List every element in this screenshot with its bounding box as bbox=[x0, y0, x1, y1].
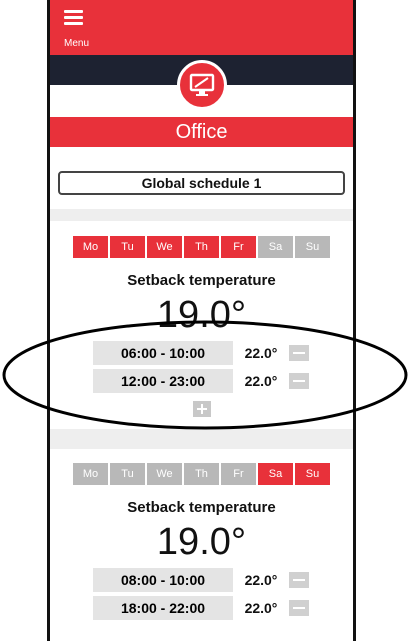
slot-time[interactable]: 06:00 - 10:00 bbox=[93, 341, 233, 365]
time-slot: 12:00 - 23:00 22.0° bbox=[50, 369, 353, 393]
time-slot: 08:00 - 10:00 22.0° bbox=[50, 568, 353, 592]
day-selector: Mo Tu We Th Fr Sa Su bbox=[50, 236, 353, 258]
remove-slot-button[interactable] bbox=[289, 600, 309, 616]
day-su[interactable]: Su bbox=[295, 236, 330, 258]
add-slot-button[interactable] bbox=[192, 401, 211, 417]
remove-slot-button[interactable] bbox=[289, 345, 309, 361]
day-sa[interactable]: Sa bbox=[258, 463, 293, 485]
day-we[interactable]: We bbox=[147, 463, 182, 485]
remove-slot-button[interactable] bbox=[289, 373, 309, 389]
day-fr[interactable]: Fr bbox=[221, 463, 256, 485]
menu-label: Menu bbox=[64, 38, 90, 49]
slot-temperature[interactable]: 22.0° bbox=[233, 373, 289, 389]
setback-temperature[interactable]: 19.0° bbox=[50, 520, 353, 564]
setback-temperature[interactable]: 19.0° bbox=[50, 293, 353, 337]
top-bar: Menu bbox=[50, 0, 353, 55]
display-icon bbox=[176, 60, 227, 110]
day-fr[interactable]: Fr bbox=[221, 236, 256, 258]
slot-temperature[interactable]: 22.0° bbox=[233, 600, 289, 616]
day-tu[interactable]: Tu bbox=[110, 236, 145, 258]
day-selector: Mo Tu We Th Fr Sa Su bbox=[50, 463, 353, 485]
day-su[interactable]: Su bbox=[295, 463, 330, 485]
slot-time[interactable]: 18:00 - 22:00 bbox=[93, 596, 233, 620]
slot-temperature[interactable]: 22.0° bbox=[233, 345, 289, 361]
day-mo[interactable]: Mo bbox=[73, 236, 108, 258]
schedule-select[interactable]: Global schedule 1 bbox=[58, 171, 345, 195]
day-tu[interactable]: Tu bbox=[110, 463, 145, 485]
hamburger-icon bbox=[64, 10, 83, 25]
day-mo[interactable]: Mo bbox=[73, 463, 108, 485]
phone-screen: Menu Office Global schedule 1 Mo Tu We T… bbox=[47, 0, 356, 641]
time-slot: 06:00 - 10:00 22.0° bbox=[50, 341, 353, 365]
divider bbox=[50, 429, 353, 449]
slot-temperature[interactable]: 22.0° bbox=[233, 572, 289, 588]
menu-button[interactable]: Menu bbox=[64, 10, 104, 50]
schedule-block-weekdays: Mo Tu We Th Fr Sa Su Setback temperature… bbox=[50, 236, 353, 417]
day-th[interactable]: Th bbox=[184, 236, 219, 258]
slot-time[interactable]: 08:00 - 10:00 bbox=[93, 568, 233, 592]
day-th[interactable]: Th bbox=[184, 463, 219, 485]
slot-time[interactable]: 12:00 - 23:00 bbox=[93, 369, 233, 393]
room-title: Office bbox=[50, 117, 353, 147]
remove-slot-button[interactable] bbox=[289, 572, 309, 588]
divider bbox=[50, 209, 353, 221]
setback-label: Setback temperature bbox=[127, 272, 276, 289]
schedule-block-weekend: Mo Tu We Th Fr Sa Su Setback temperature… bbox=[50, 463, 353, 620]
day-sa[interactable]: Sa bbox=[258, 236, 293, 258]
time-slot: 18:00 - 22:00 22.0° bbox=[50, 596, 353, 620]
day-we[interactable]: We bbox=[147, 236, 182, 258]
setback-label: Setback temperature bbox=[127, 499, 276, 516]
